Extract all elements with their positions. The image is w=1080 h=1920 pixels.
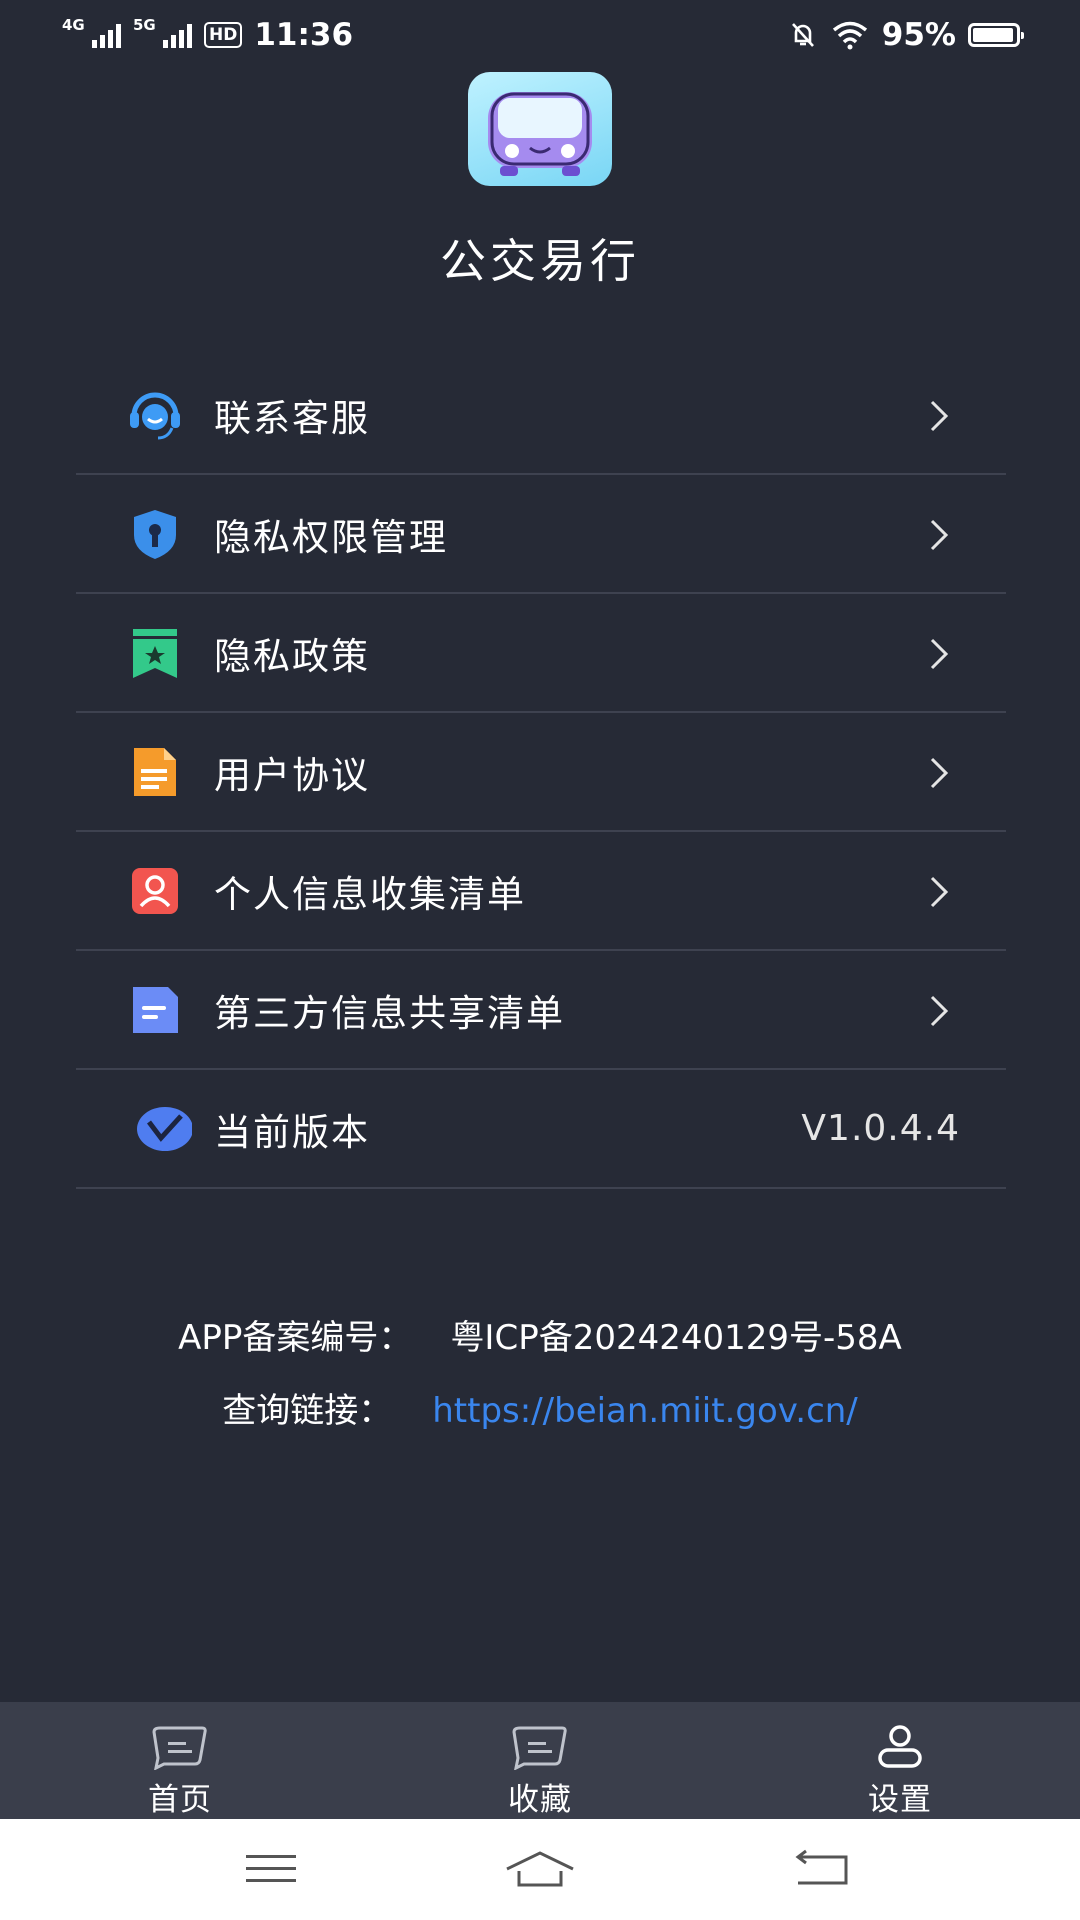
tab-settings[interactable]: 设置 [720, 1702, 1080, 1819]
status-right: 95% [788, 17, 1024, 53]
app-logo [468, 72, 612, 186]
chevron-right-icon [930, 757, 949, 789]
menu-item-label: 隐私权限管理 [214, 515, 448, 559]
favorites-icon [512, 1726, 567, 1770]
version-value: V1.0.4.4 [801, 1108, 960, 1149]
chevron-right-icon [930, 995, 949, 1027]
customer-service-icon [130, 392, 180, 440]
wifi-icon [832, 21, 867, 50]
menu-item-user-agreement[interactable]: 用户协议 [76, 713, 1006, 832]
icp-query-label: 查询链接： [222, 1391, 393, 1431]
cellular-signal-icon: 4G [62, 16, 121, 48]
status-left: 4G 5G HD 11:36 [62, 16, 354, 53]
menu-item-privacy-permissions[interactable]: 隐私权限管理 [76, 475, 1006, 594]
battery-fill [973, 28, 1013, 42]
person-card-icon [132, 868, 178, 914]
settings-menu: 联系客服 隐私权限管理 隐私政策 用户协议 个人信息收集清单 第三方信息共享清单… [76, 356, 1006, 1189]
menu-item-current-version: 当前版本 V1.0.4.4 [76, 1070, 1006, 1189]
home-icon [152, 1726, 207, 1770]
shield-key-icon [134, 510, 176, 559]
icp-code: 粤ICP备2024240129号-58A [450, 1318, 902, 1358]
icp-query-line: 查询链接： https://beian.miit.gov.cn/ [0, 1383, 1080, 1432]
status-time: 11:36 [254, 17, 354, 53]
tab-label: 收藏 [508, 1782, 572, 1818]
battery-percent: 95% [881, 17, 956, 53]
tab-label: 首页 [148, 1782, 212, 1818]
chevron-right-icon [930, 876, 949, 908]
chevron-right-icon [930, 400, 949, 432]
icp-record-line: APP备案编号： 粤ICP备2024240129号-58A [0, 1310, 1080, 1359]
menu-item-label: 个人信息收集清单 [214, 872, 526, 916]
menu-item-label: 当前版本 [214, 1110, 370, 1154]
hd-voice-badge: HD [204, 22, 243, 48]
menu-item-label: 联系客服 [214, 396, 370, 440]
icp-label: APP备案编号： [178, 1318, 413, 1358]
tab-favorites[interactable]: 收藏 [360, 1702, 720, 1819]
battery-icon [968, 23, 1024, 47]
app-title: 公交易行 [440, 234, 640, 288]
bookmark-star-icon [133, 629, 177, 678]
icp-query-link[interactable]: https://beian.miit.gov.cn/ [432, 1391, 858, 1431]
network-type-1: 4G [62, 16, 85, 34]
menu-item-contact-support[interactable]: 联系客服 [76, 356, 1006, 475]
chevron-right-icon [930, 519, 949, 551]
icp-info: APP备案编号： 粤ICP备2024240129号-58A 查询链接： https:… [0, 1310, 1080, 1456]
menu-item-personal-info-list[interactable]: 个人信息收集清单 [76, 832, 1006, 951]
menu-item-label: 用户协议 [214, 753, 370, 797]
bottom-tab-bar: 首页 收藏 设置 [0, 1702, 1080, 1819]
bus-icon [488, 92, 592, 176]
network-type-2: 5G [133, 16, 156, 34]
menu-item-label: 隐私政策 [214, 634, 370, 678]
home-button-icon[interactable] [505, 1847, 575, 1891]
menu-item-third-party-sharing-list[interactable]: 第三方信息共享清单 [76, 951, 1006, 1070]
tab-label: 设置 [868, 1782, 932, 1818]
menu-item-label: 第三方信息共享清单 [214, 991, 565, 1035]
menu-icon[interactable] [236, 1847, 306, 1891]
system-nav-bar [0, 1819, 1080, 1920]
menu-item-privacy-policy[interactable]: 隐私政策 [76, 594, 1006, 713]
cellular-signal-icon-2: 5G [133, 16, 192, 48]
user-icon [878, 1725, 922, 1768]
status-bar: 4G 5G HD 11:36 95% [0, 0, 1080, 70]
note-icon [133, 987, 178, 1033]
tab-home[interactable]: 首页 [0, 1702, 360, 1819]
chevron-right-icon [930, 638, 949, 670]
version-icon [137, 1107, 192, 1151]
mute-bell-icon [791, 23, 814, 47]
back-icon[interactable] [788, 1847, 858, 1891]
document-icon [134, 748, 176, 796]
